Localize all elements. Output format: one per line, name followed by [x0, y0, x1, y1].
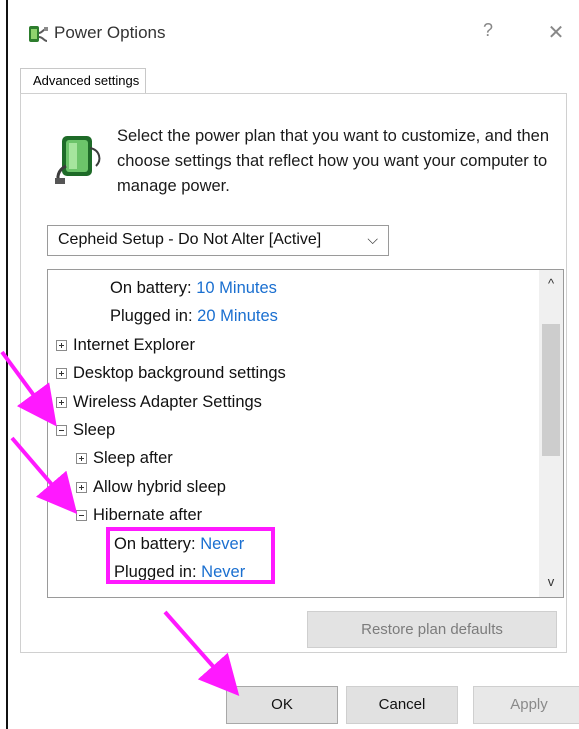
tree-node-label: Hibernate after [93, 506, 203, 524]
setting-label: On battery: [114, 535, 196, 553]
page: Power Options ? ✕ Advanced settings Sele… [0, 0, 579, 729]
tab-strip: Advanced settings [20, 68, 567, 94]
tree-node-label: Sleep [73, 421, 116, 439]
tree-row-hibernate-after[interactable]: Hibernate after [76, 501, 202, 529]
setting-value-link[interactable]: Never [201, 563, 245, 581]
expand-icon[interactable] [56, 368, 67, 380]
close-button[interactable]: ✕ [544, 20, 568, 44]
power-plan-value: Cepheid Setup - Do Not Alter [Active] [58, 231, 322, 248]
scroll-up-icon[interactable]: ^ [539, 272, 563, 296]
tree-row-internet-explorer[interactable]: Internet Explorer [56, 331, 195, 359]
setting-label: On battery: [110, 279, 192, 297]
tree-row-on-battery[interactable]: On battery: 10 Minutes [110, 274, 277, 302]
apply-button[interactable]: Apply [473, 686, 579, 724]
tree-row-sleep-after[interactable]: Sleep after [76, 444, 173, 472]
chevron-down-icon: ⌵ [367, 231, 378, 247]
tree-row-sleep[interactable]: Sleep [56, 416, 115, 444]
tree-node-label: Allow hybrid sleep [93, 478, 226, 496]
scroll-thumb[interactable] [542, 324, 560, 456]
power-plan-icon [26, 22, 50, 46]
tree-row-hibernate-plugged-in[interactable]: Plugged in: Never [114, 558, 245, 586]
tree-row-desktop-background-settings[interactable]: Desktop background settings [56, 359, 286, 387]
collapse-icon[interactable] [56, 425, 67, 437]
power-options-dialog: Power Options ? ✕ Advanced settings Sele… [8, 0, 579, 729]
setting-value-link[interactable]: 20 Minutes [197, 307, 278, 325]
power-plan-select[interactable]: Cepheid Setup - Do Not Alter [Active] ⌵ [47, 225, 389, 256]
ok-button[interactable]: OK [226, 686, 338, 724]
tree-row-hibernate-on-battery[interactable]: On battery: Never [114, 530, 244, 558]
settings-tree[interactable]: On battery: 10 Minutes Plugged in: 20 Mi… [47, 269, 564, 598]
cancel-button[interactable]: Cancel [346, 686, 458, 724]
setting-label: Plugged in: [114, 563, 197, 581]
tree-node-label: Sleep after [93, 449, 173, 467]
expand-icon[interactable] [76, 482, 87, 494]
intro-text: Select the power plan that you want to c… [117, 127, 550, 195]
tree-node-label: Desktop background settings [73, 364, 286, 382]
tree-node-label: Internet Explorer [73, 336, 195, 354]
tree-scrollbar[interactable]: ^ v [539, 270, 563, 597]
setting-value-link[interactable]: Never [200, 535, 244, 553]
restore-plan-defaults-button[interactable]: Restore plan defaults [307, 611, 557, 648]
help-button[interactable]: ? [478, 20, 498, 44]
tree-row-plugged-in[interactable]: Plugged in: 20 Minutes [110, 302, 278, 330]
tree-row-allow-hybrid-sleep[interactable]: Allow hybrid sleep [76, 473, 226, 501]
tree-node-label: Wireless Adapter Settings [73, 393, 262, 411]
tab-advanced-settings[interactable]: Advanced settings [20, 68, 147, 93]
expand-icon[interactable] [76, 453, 87, 465]
setting-value-link[interactable]: 10 Minutes [196, 279, 277, 297]
scroll-down-icon[interactable]: v [539, 570, 563, 594]
collapse-icon[interactable] [76, 510, 87, 522]
titlebar: Power Options ? ✕ [8, 0, 579, 58]
setting-label: Plugged in: [110, 307, 193, 325]
expand-icon[interactable] [56, 397, 67, 409]
expand-icon[interactable] [56, 340, 67, 352]
window-title: Power Options [54, 23, 166, 42]
tree-row-wireless-adapter-settings[interactable]: Wireless Adapter Settings [56, 388, 262, 416]
battery-plug-icon [50, 134, 106, 186]
